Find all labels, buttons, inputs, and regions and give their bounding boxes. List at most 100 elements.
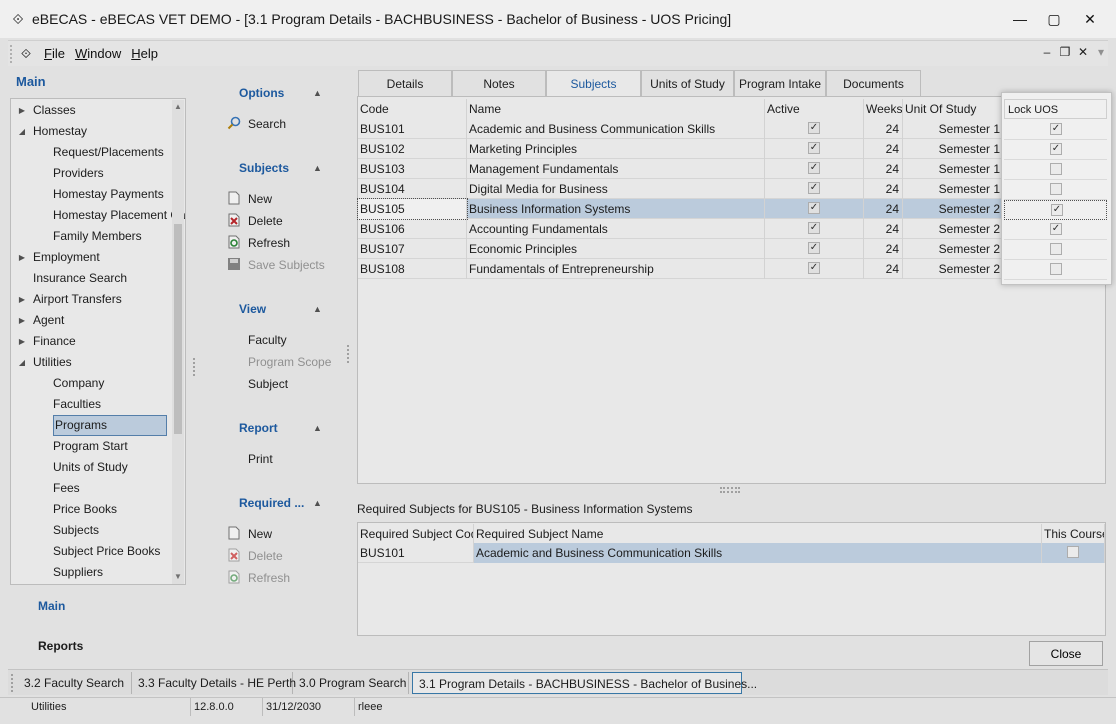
column-weeks[interactable]: Weeks [864,99,903,119]
delete-subject-button[interactable]: Delete [248,214,283,228]
options-header[interactable]: Options [239,86,284,100]
active-checkbox[interactable]: ✓ [808,202,820,214]
name-cell[interactable]: Digital Media for Business [467,179,765,199]
active-cell[interactable]: ✓ [765,179,864,199]
nav-item[interactable]: Company [53,373,104,394]
table-row[interactable]: BUS103 Management Fundamentals ✓ 24 Semester… [358,159,1105,179]
mdi-minimize-icon[interactable]: – [1040,45,1054,59]
options-splitter[interactable] [347,345,351,363]
view-faculty-link[interactable]: Faculty [248,333,287,347]
column-required-name[interactable]: Required Subject Name [474,524,1042,544]
close-button[interactable]: Close [1029,641,1103,666]
subjects-section-header[interactable]: Subjects [239,161,289,175]
nav-item[interactable]: Suppliers [53,562,103,583]
subjects-grid[interactable]: Code Name Active Weeks Unit Of Study BUS… [357,96,1106,484]
nav-item[interactable]: Employment [33,247,100,268]
lock-uos-cell[interactable]: ✓ [1004,200,1107,220]
table-row[interactable]: BUS104 Digital Media for Business ✓ 24 Semes… [358,179,1105,199]
name-cell[interactable]: Business Information Systems [467,199,765,219]
name-cell[interactable]: Accounting Fundamentals [467,219,765,239]
active-cell[interactable]: ✓ [765,199,864,219]
lock-uos-checkbox[interactable]: ✓ [1050,123,1062,135]
print-link[interactable]: Print [248,452,273,466]
active-checkbox[interactable]: ✓ [808,162,820,174]
nav-splitter[interactable] [193,358,197,376]
table-row[interactable]: BUS105 Business Information Systems ✓ 24 Sem… [357,198,1105,220]
code-cell[interactable]: BUS104 [358,179,467,199]
nav-item[interactable]: Utilities [33,352,72,373]
lock-uos-cell[interactable]: ✓ [1004,220,1107,240]
table-row[interactable]: BUS101 Academic and Business Communicatio… [358,119,1105,139]
nav-item[interactable]: Subjects [53,520,99,541]
tab-documents[interactable]: Documents [826,70,921,96]
tab-units-of-study[interactable]: Units of Study [641,70,734,96]
weeks-cell[interactable]: 24 [864,259,903,279]
lock-uos-checkbox[interactable]: ✓ [1050,223,1062,235]
nav-item[interactable]: Insurance Search [33,268,127,289]
collapsed-arrow-icon[interactable]: ▶ [17,337,27,346]
column-name[interactable]: Name [467,99,765,119]
column-unit-of-study[interactable]: Unit Of Study [903,99,1003,119]
nav-footer-reports[interactable]: Reports [38,639,83,653]
weeks-cell[interactable]: 24 [864,159,903,179]
collapsed-arrow-icon[interactable]: ▶ [17,316,27,325]
refresh-required-button[interactable]: Refresh [248,571,290,585]
weeks-cell[interactable]: 24 [864,179,903,199]
name-cell[interactable]: Management Fundamentals [467,159,765,179]
nav-item[interactable]: Family Members [53,226,142,247]
required-name-cell[interactable]: Academic and Business Communication Skil… [474,543,1042,563]
unit-of-study-cell[interactable]: Semester 2 [903,219,1003,239]
active-cell[interactable]: ✓ [765,119,864,139]
column-this-course[interactable]: This Course [1042,524,1105,544]
mdi-restore-icon[interactable]: ❐ [1058,45,1072,59]
minimize-icon[interactable]: — [1002,0,1038,38]
collapsed-arrow-icon[interactable]: ▶ [17,253,27,262]
unit-of-study-cell[interactable]: Semester 1 [903,119,1003,139]
nav-item[interactable]: Airport Transfers [33,289,122,310]
code-cell[interactable]: BUS105 [357,198,468,220]
collapse-view-icon[interactable]: ▲ [313,304,322,314]
weeks-cell[interactable]: 24 [864,119,903,139]
collapse-subjects-icon[interactable]: ▲ [313,163,322,173]
active-cell[interactable]: ✓ [765,259,864,279]
tab-notes[interactable]: Notes [452,70,546,96]
required-section-header[interactable]: Required ... [239,496,304,510]
this-course-checkbox[interactable] [1067,546,1079,558]
unit-of-study-cell[interactable]: Semester 2 [903,239,1003,259]
code-cell[interactable]: BUS106 [358,219,467,239]
nav-item[interactable]: Agent [33,310,64,331]
lock-uos-checkbox[interactable]: ✓ [1050,143,1062,155]
lock-uos-cell[interactable]: ✓ [1004,120,1107,140]
active-cell[interactable]: ✓ [765,239,864,259]
nav-footer-main[interactable]: Main [38,599,65,613]
name-cell[interactable]: Fundamentals of Entrepreneurship [467,259,765,279]
this-course-cell[interactable] [1042,543,1105,563]
active-cell[interactable]: ✓ [765,219,864,239]
collapse-options-icon[interactable]: ▲ [313,88,322,98]
grid-splitter[interactable] [720,487,740,493]
active-cell[interactable]: ✓ [765,139,864,159]
menu-grip[interactable] [10,44,16,63]
table-row[interactable]: BUS106 Accounting Fundamentals ✓ 24 Semester… [358,219,1105,239]
column-lock-uos[interactable]: Lock UOS [1004,99,1107,119]
doc-tab-program-details[interactable]: 3.1 Program Details - BACHBUSINESS - Bac… [412,672,757,694]
active-checkbox[interactable]: ✓ [808,262,820,274]
code-cell[interactable]: BUS107 [358,239,467,259]
name-cell[interactable]: Marketing Principles [467,139,765,159]
lock-uos-cell[interactable] [1004,260,1107,280]
column-active[interactable]: Active [765,99,864,119]
expanded-arrow-icon[interactable]: ◢ [17,127,27,136]
doc-tab-program-search[interactable]: 3.0 Program Search [293,672,409,694]
view-section-header[interactable]: View [239,302,266,316]
name-cell[interactable]: Academic and Business Communication Skil… [467,119,765,139]
unit-of-study-cell[interactable]: Semester 2 [903,199,1003,219]
name-cell[interactable]: Economic Principles [467,239,765,259]
lock-uos-checkbox[interactable] [1050,243,1062,255]
refresh-subjects-button[interactable]: Refresh [248,236,290,250]
nav-item[interactable]: Fees [53,478,80,499]
code-cell[interactable]: BUS103 [358,159,467,179]
doc-tab-faculty-search[interactable]: 3.2 Faculty Search [18,672,132,694]
nav-item[interactable]: Homestay Payments [53,184,164,205]
weeks-cell[interactable]: 24 [864,139,903,159]
unit-of-study-cell[interactable]: Semester 2 [903,259,1003,279]
